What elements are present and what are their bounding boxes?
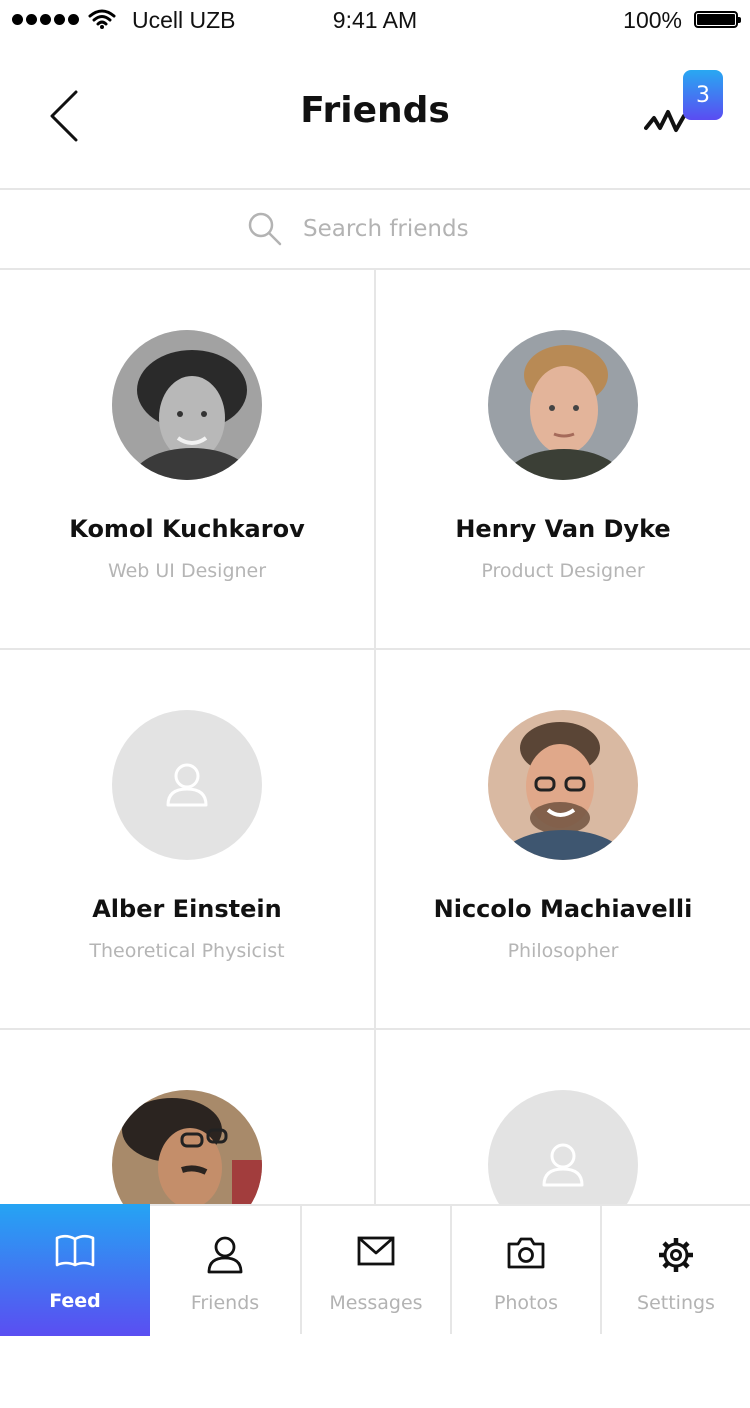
header: Friends 3 <box>0 40 750 188</box>
gear-icon <box>659 1238 693 1272</box>
avatar <box>488 710 638 860</box>
page-title: Friends <box>300 90 450 131</box>
battery-percentage: 100% <box>623 7 682 33</box>
envelope-icon <box>357 1236 395 1266</box>
tab-label: Friends <box>190 1292 260 1314</box>
user-placeholder-icon <box>542 1143 584 1187</box>
friend-name: Komol Kuchkarov <box>69 515 305 543</box>
tab-friends[interactable]: Friends <box>150 1206 300 1336</box>
tab-bar: Feed Friends Messages Photos Settings <box>0 1204 750 1336</box>
friend-role: Web UI Designer <box>107 560 267 582</box>
status-bar: Ucell UZB 9:41 AM 100% <box>0 0 750 40</box>
friend-card[interactable]: Niccolo Machiavelli Philosopher <box>376 650 750 1028</box>
avatar <box>488 330 638 480</box>
friend-role: Philosopher <box>507 940 619 962</box>
battery-icon <box>694 11 741 28</box>
tab-label: Settings <box>637 1292 715 1314</box>
search-icon <box>248 212 282 246</box>
tab-settings[interactable]: Settings <box>602 1206 750 1336</box>
friend-card[interactable]: Alber Einstein Theoretical Physicist <box>0 650 374 1028</box>
friend-name: Alber Einstein <box>92 895 282 923</box>
friend-role: Theoretical Physicist <box>89 940 285 962</box>
avatar <box>112 330 262 480</box>
search-input[interactable] <box>303 216 503 242</box>
camera-icon <box>507 1237 545 1269</box>
book-icon <box>55 1234 95 1267</box>
tab-messages[interactable]: Messages <box>302 1206 450 1336</box>
friend-name: Henry Van Dyke <box>455 515 671 543</box>
tab-feed[interactable]: Feed <box>0 1204 150 1336</box>
tab-label: Feed <box>49 1290 101 1312</box>
notification-badge[interactable]: 3 <box>683 70 723 120</box>
friend-role: Product Designer <box>481 560 645 582</box>
tab-label: Photos <box>493 1292 559 1314</box>
friend-card[interactable]: Henry Van Dyke Product Designer <box>376 270 750 648</box>
search-bar <box>0 190 750 268</box>
user-icon <box>207 1236 243 1274</box>
user-placeholder-icon <box>166 763 208 807</box>
tab-photos[interactable]: Photos <box>452 1206 600 1336</box>
avatar-placeholder <box>112 710 262 860</box>
friend-card[interactable]: Komol Kuchkarov Web UI Designer <box>0 270 374 648</box>
tab-label: Messages <box>329 1292 423 1314</box>
friend-name: Niccolo Machiavelli <box>433 895 693 923</box>
